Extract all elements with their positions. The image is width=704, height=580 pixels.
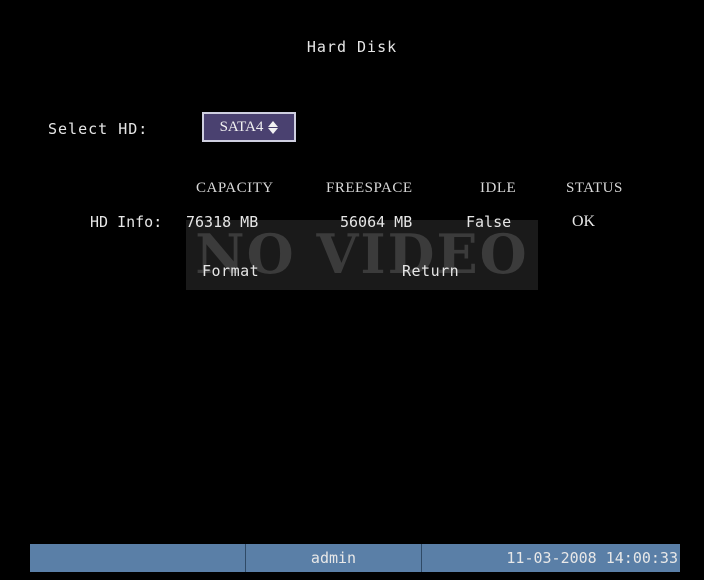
hd-info-label: HD Info: bbox=[90, 213, 163, 231]
column-header-status: STATUS bbox=[566, 180, 623, 196]
status-segment-empty bbox=[30, 544, 246, 572]
hard-disk-dialog: Hard Disk Select HD: SATA4 CAPACITY FREE… bbox=[14, 12, 690, 536]
column-header-capacity: CAPACITY bbox=[196, 180, 274, 196]
page-title: Hard Disk bbox=[306, 38, 398, 56]
status-datetime: 11-03-2008 14:00:33 bbox=[422, 544, 680, 572]
select-hd-dropdown[interactable]: SATA4 bbox=[202, 112, 296, 142]
capacity-value: 76318 MB bbox=[186, 213, 259, 231]
format-button[interactable]: Format bbox=[202, 262, 259, 280]
freespace-value: 56064 MB bbox=[340, 213, 413, 231]
column-header-freespace: FREESPACE bbox=[326, 180, 413, 196]
spinner-arrows-icon bbox=[268, 120, 279, 134]
status-value: OK bbox=[572, 213, 596, 230]
status-bar: admin 11-03-2008 14:00:33 bbox=[30, 544, 680, 572]
status-user: admin bbox=[246, 544, 422, 572]
column-header-idle: IDLE bbox=[480, 180, 517, 196]
idle-value: False bbox=[466, 213, 512, 231]
dvr-screen: Hard Disk Select HD: SATA4 CAPACITY FREE… bbox=[0, 0, 704, 580]
return-button[interactable]: Return bbox=[402, 262, 459, 280]
select-hd-value: SATA4 bbox=[219, 118, 264, 135]
select-hd-label: Select HD: bbox=[48, 120, 149, 138]
